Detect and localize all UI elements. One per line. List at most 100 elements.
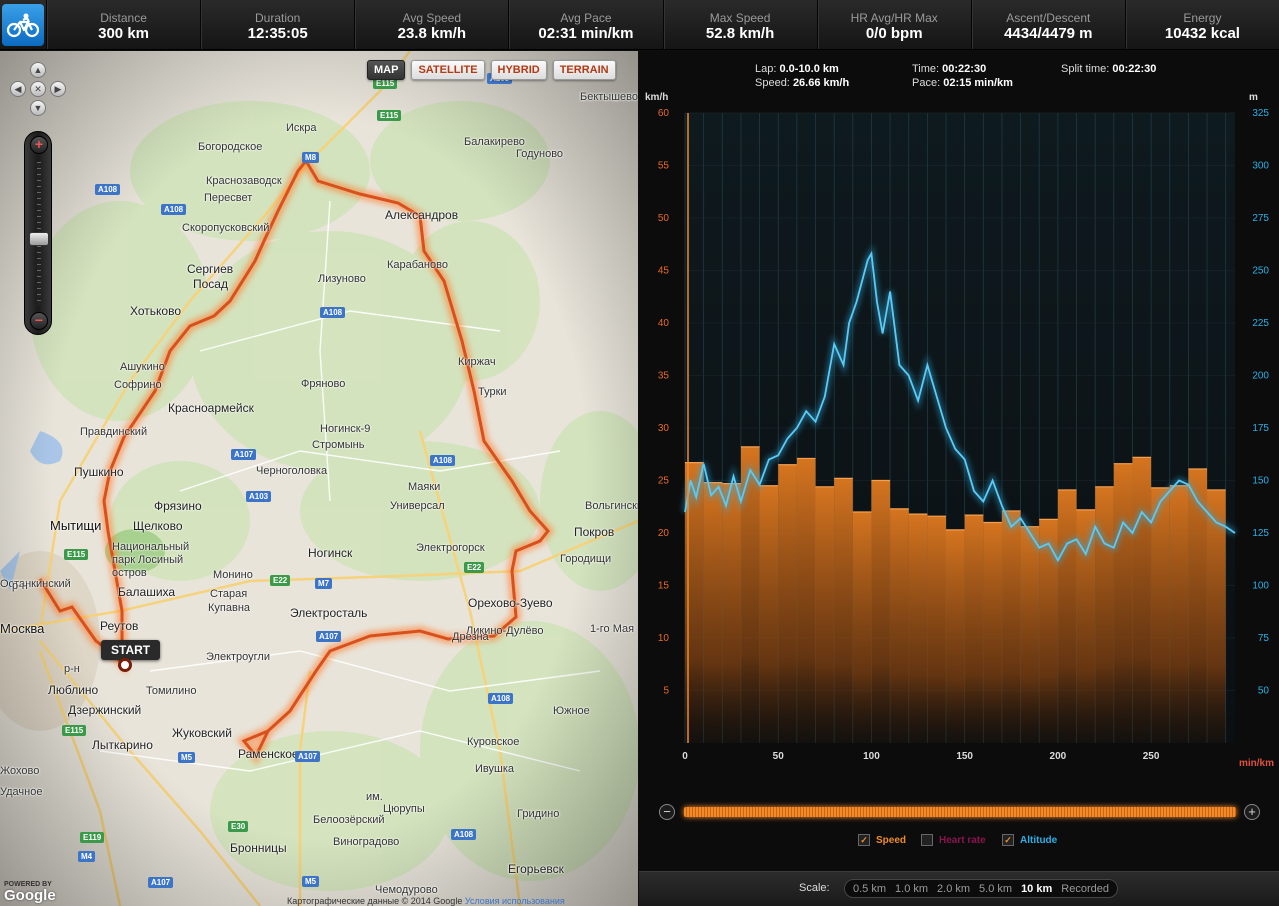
speed-bar xyxy=(778,464,797,743)
altitude-checkbox[interactable]: ✓ xyxy=(1002,834,1014,846)
map-place-label: Белоозёрский xyxy=(313,814,385,826)
road-shield: E22 xyxy=(270,575,291,586)
scale-option-2km[interactable]: 2.0 km xyxy=(937,883,970,895)
scale-option-10km[interactable]: 10 km xyxy=(1021,883,1052,895)
stat-value: 12:35:05 xyxy=(247,25,308,42)
timeline-zoom-out-icon[interactable]: − xyxy=(659,804,675,820)
road-shield: M5 xyxy=(178,752,196,763)
speed-bar xyxy=(908,514,928,743)
legend-heart-rate[interactable]: Heart rate xyxy=(921,834,986,846)
map-attribution: Картографические данные © 2014 Google Ус… xyxy=(287,896,565,906)
speed-altitude-chart[interactable]: 5 10 15 20 25 30 35 40 45 50 55 60 50 75 100 125 150 175… xyxy=(639,87,1279,777)
heart-rate-checkbox[interactable] xyxy=(921,834,933,846)
scale-option-5km[interactable]: 5.0 km xyxy=(979,883,1012,895)
road-shield: A103 xyxy=(246,491,272,502)
map-place-label: 1-го Мая xyxy=(590,623,635,635)
left-axis-tick-label: 25 xyxy=(658,476,670,487)
map-place-label: Городищи xyxy=(560,553,612,565)
right-axis-tick-label: 275 xyxy=(1252,213,1269,224)
right-axis: 50 75 100 125 150 175 200 225 250 275 300 325 xyxy=(1252,108,1269,697)
map-place-label: Ашукино xyxy=(120,361,165,373)
terms-link[interactable]: Условия использования xyxy=(465,896,565,906)
map-place-label: Дрезна xyxy=(452,631,489,643)
pan-center-icon[interactable]: ✕ xyxy=(30,81,46,97)
map-place-label: Краснозаводск xyxy=(206,175,282,187)
pan-right-icon[interactable]: ▶ xyxy=(50,81,66,97)
time-label: Time: xyxy=(912,63,940,75)
road-shield: E119 xyxy=(80,832,105,843)
speed-bar xyxy=(1057,489,1077,743)
stat-label: Avg Pace xyxy=(560,11,612,25)
map-type-satellite-button[interactable]: SATELLITE xyxy=(411,60,485,80)
scale-option-recorded[interactable]: Recorded xyxy=(1061,883,1109,895)
left-axis-tick-label: 40 xyxy=(658,318,670,329)
road-shield: E115 xyxy=(377,110,402,121)
stat-ascent-descent: Ascent/Descent 4434/4479 m xyxy=(970,0,1125,49)
map-place-label: Стромынь xyxy=(312,439,365,451)
pan-up-icon[interactable]: ▲ xyxy=(30,62,46,78)
speed-bar xyxy=(703,482,723,743)
timeline-range-bar[interactable] xyxy=(684,807,1236,817)
map-type-terrain-button[interactable]: TERRAIN xyxy=(552,60,616,80)
stat-duration: Duration 12:35:05 xyxy=(200,0,354,49)
map-place-label: им. xyxy=(366,791,383,803)
legend-heart-rate-label: Heart rate xyxy=(939,834,986,846)
map-place-label: Балакирево xyxy=(464,136,525,148)
lap-range: Lap: 0.0-10.0 km xyxy=(755,63,839,75)
left-axis: 5 10 15 20 25 30 35 40 45 50 55 60 xyxy=(658,108,670,697)
stat-label: Energy xyxy=(1183,11,1222,25)
map-type-map-button[interactable]: MAP xyxy=(367,60,406,80)
lap-value: 0.0-10.0 km xyxy=(779,63,839,75)
map-place-label: Турки xyxy=(478,386,507,398)
map-place-label: Посад xyxy=(193,277,228,291)
left-axis-label: km/h xyxy=(645,92,668,103)
right-axis-label: m xyxy=(1249,92,1258,103)
speed-bar xyxy=(871,480,891,743)
zoom-slider-handle[interactable] xyxy=(29,232,49,246)
zoom-out-icon[interactable]: − xyxy=(30,312,48,330)
right-axis-tick-label: 75 xyxy=(1258,633,1270,644)
scale-bar: Scale: 0.5 km 1.0 km 2.0 km 5.0 km 10 km… xyxy=(639,871,1279,906)
road-shield: A108 xyxy=(161,204,187,215)
road-shield: M7 xyxy=(315,578,333,589)
map-place-label: Покров xyxy=(574,525,615,539)
map-place-label: Орехово-Зуево xyxy=(468,596,553,610)
left-axis-tick-label: 50 xyxy=(658,213,670,224)
map-place-label: Жуковский xyxy=(172,726,232,740)
map-type-hybrid-button[interactable]: HYBRID xyxy=(490,60,547,80)
speed-checkbox[interactable]: ✓ xyxy=(858,834,870,846)
scale-option-0-5km[interactable]: 0.5 km xyxy=(853,883,886,895)
google-logo[interactable]: POWERED BY Google xyxy=(4,881,56,904)
zoom-in-icon[interactable]: + xyxy=(30,136,48,154)
timeline-zoom-in-icon[interactable]: + xyxy=(1244,804,1260,820)
map-place-label: Мытищи xyxy=(50,518,102,533)
speed-bar xyxy=(852,512,872,743)
app-logo[interactable] xyxy=(0,0,46,50)
stat-value: 52.8 km/h xyxy=(705,25,775,42)
scale-option-1km[interactable]: 1.0 km xyxy=(895,883,928,895)
left-axis-tick-label: 60 xyxy=(658,108,670,119)
pan-control: ▲ ◀ ✕ ▶ ▼ xyxy=(8,60,68,116)
lap-label: Lap: xyxy=(755,63,777,75)
speed-bar xyxy=(834,478,853,743)
road-shield: A108 xyxy=(95,184,121,195)
google-logo-caption: POWERED BY xyxy=(4,881,52,888)
stat-value: 23.8 km/h xyxy=(397,25,466,42)
speed-bar xyxy=(1169,485,1189,743)
map-place-label: Электрогорск xyxy=(416,542,485,554)
right-axis-tick-label: 150 xyxy=(1252,476,1269,487)
map-place-label: Гридино xyxy=(517,808,560,820)
legend-altitude[interactable]: ✓ Altitude xyxy=(1002,834,1057,846)
lap-split: Split time: 00:22:30 xyxy=(1061,63,1156,75)
pan-down-icon[interactable]: ▼ xyxy=(30,100,46,116)
legend-speed[interactable]: ✓ Speed xyxy=(858,834,906,846)
map-place-label: Купавна xyxy=(208,602,251,614)
bottom-axis-tick-label: 250 xyxy=(1143,751,1160,762)
pan-left-icon[interactable]: ◀ xyxy=(10,81,26,97)
stat-label: Ascent/Descent xyxy=(1006,11,1091,25)
bottom-axis-tick-label: 150 xyxy=(956,751,973,762)
start-marker-icon[interactable] xyxy=(118,658,132,672)
map-place-label: Южное xyxy=(553,705,590,717)
road-shield: A107 xyxy=(295,751,321,762)
route-map[interactable]: Москва Мытищи Балашиха Реутов Люблино Дзержин… xyxy=(0,51,638,906)
